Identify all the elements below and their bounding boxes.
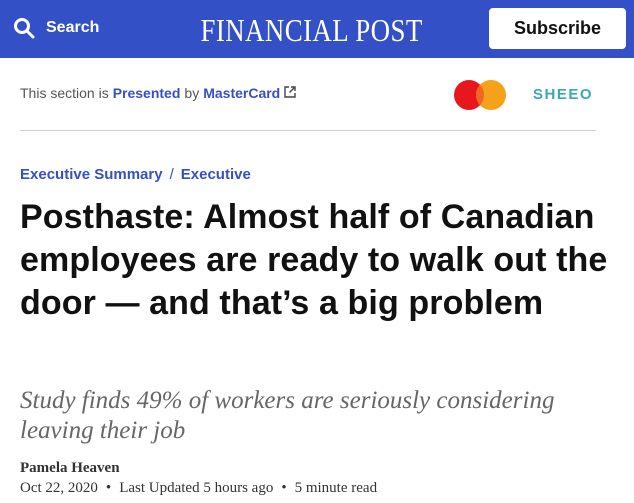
publish-date: Oct 22, 2020 [20, 480, 98, 496]
article-headline: Posthaste: Almost half of Canadian emplo… [20, 198, 608, 322]
sponsor-by-text: by [184, 85, 200, 101]
search-icon [12, 16, 36, 40]
sponsor-notice: This section is Presented by MasterCard [20, 85, 297, 101]
mastercard-logo[interactable] [452, 79, 508, 111]
article-subheadline: Study finds 49% of workers are seriously… [20, 387, 555, 444]
sponsor-prefix: This section is [20, 85, 109, 101]
last-updated: Last Updated 5 hours ago [119, 480, 274, 496]
breadcrumb-section-link[interactable]: Executive Summary [20, 166, 163, 183]
site-logo[interactable]: FINANCIAL POST [200, 10, 422, 50]
presented-link[interactable]: Presented [113, 85, 181, 101]
top-navigation-bar: Search FINANCIAL POST Subscribe [0, 0, 634, 58]
author-link[interactable]: Pamela Heaven [20, 460, 120, 477]
sheeo-logo[interactable]: SHEEO [533, 86, 593, 103]
sponsor-name-link[interactable]: MasterCard [203, 85, 280, 101]
meta-bullet: • [105, 480, 112, 496]
breadcrumb-subsection-link[interactable]: Executive [181, 166, 251, 183]
breadcrumb-separator: / [169, 166, 174, 183]
breadcrumb: Executive Summary / Executive [20, 166, 251, 183]
section-divider [20, 130, 596, 131]
external-link-icon[interactable] [283, 85, 297, 99]
read-time: 5 minute read [294, 480, 378, 496]
meta-bullet: • [281, 480, 287, 496]
search-button[interactable]: Search [12, 15, 99, 41]
search-label: Search [46, 19, 100, 36]
subscribe-button[interactable]: Subscribe [489, 8, 626, 49]
article-meta: Oct 22, 2020 • Last Updated 5 hours ago • 5 … [20, 480, 377, 497]
